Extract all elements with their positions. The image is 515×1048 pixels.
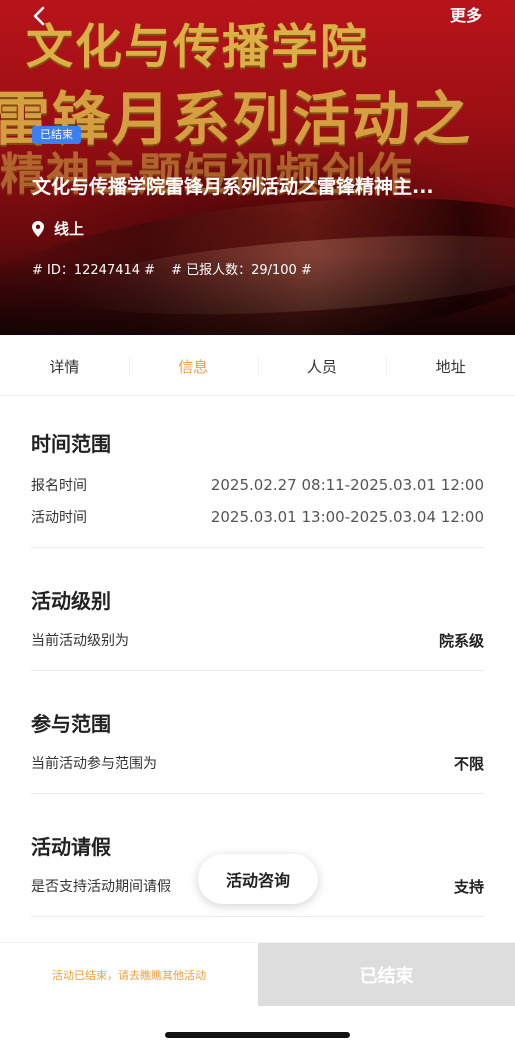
banner-text-line: 文化与传播学院 [26, 20, 369, 75]
tab-info[interactable]: 信息 [128, 338, 258, 395]
event-id-tag: # ID：12247414 # [32, 263, 156, 278]
row-value: 院系级 [438, 631, 484, 650]
section-title: 时间范围 [31, 432, 111, 456]
row-label: 活动时间 [31, 510, 87, 526]
info-content: 时间范围 报名时间 2025.02.27 08:11-2025.03.01 12… [31, 398, 484, 917]
time-range-section: 时间范围 报名时间 2025.02.27 08:11-2025.03.01 12… [31, 398, 484, 548]
row-value: 支持 [453, 877, 484, 896]
row-label: 当前活动参与范围为 [31, 756, 157, 772]
participation-scope-section: 参与范围 当前活动参与范围为 不限 [31, 671, 484, 794]
row-value: 2025.02.27 08:11-2025.03.01 12:00 [210, 476, 484, 494]
location-text: 线上 [54, 220, 85, 238]
bottom-bar: 活动已结束，请去瞧瞧其他活动 已结束 [0, 942, 515, 1006]
row-label: 报名时间 [31, 478, 87, 494]
row-label: 当前活动级别为 [31, 633, 129, 649]
row-value: 不限 [453, 754, 484, 773]
tab-details[interactable]: 详情 [0, 338, 129, 395]
activity-time-row: 活动时间 2025.03.01 13:00-2025.03.04 12:00 [31, 501, 484, 533]
event-title: 文化与传播学院雷锋月系列活动之雷锋精神主... [32, 176, 434, 198]
event-location: 线上 [32, 218, 84, 239]
signup-time-row: 报名时间 2025.02.27 08:11-2025.03.01 12:00 [31, 469, 484, 501]
section-title: 参与范围 [31, 712, 111, 736]
consult-button[interactable]: 活动咨询 [198, 854, 318, 904]
status-badge: 已结束 [32, 126, 81, 144]
ended-button[interactable]: 已结束 [258, 943, 515, 1006]
location-pin-icon [32, 220, 44, 237]
event-tags: # ID：12247414 # # 已报人数：29/100 # [32, 259, 312, 278]
level-row: 当前活动级别为 院系级 [31, 626, 484, 654]
ended-notice: 活动已结束，请去瞧瞧其他活动 [52, 968, 206, 982]
tab-participants[interactable]: 人员 [257, 338, 387, 395]
row-value: 2025.03.01 13:00-2025.03.04 12:00 [210, 508, 484, 526]
event-banner: 文化与传播学院 雷锋月系列活动之 精神主题短视频创作 更多 已结束 文化与传播学… [0, 0, 515, 335]
tab-bar: 详情 信息 人员 地址 [0, 338, 515, 396]
more-button[interactable]: 更多 [450, 2, 482, 26]
row-label: 是否支持活动期间请假 [31, 879, 171, 895]
back-arrow-icon[interactable] [30, 6, 50, 26]
scope-row: 当前活动参与范围为 不限 [31, 749, 484, 777]
home-indicator [165, 1032, 350, 1038]
activity-level-section: 活动级别 当前活动级别为 院系级 [31, 548, 484, 671]
signup-count-tag: # 已报人数：29/100 # [171, 263, 312, 278]
section-title: 活动级别 [31, 589, 111, 613]
tab-address[interactable]: 地址 [386, 338, 515, 395]
